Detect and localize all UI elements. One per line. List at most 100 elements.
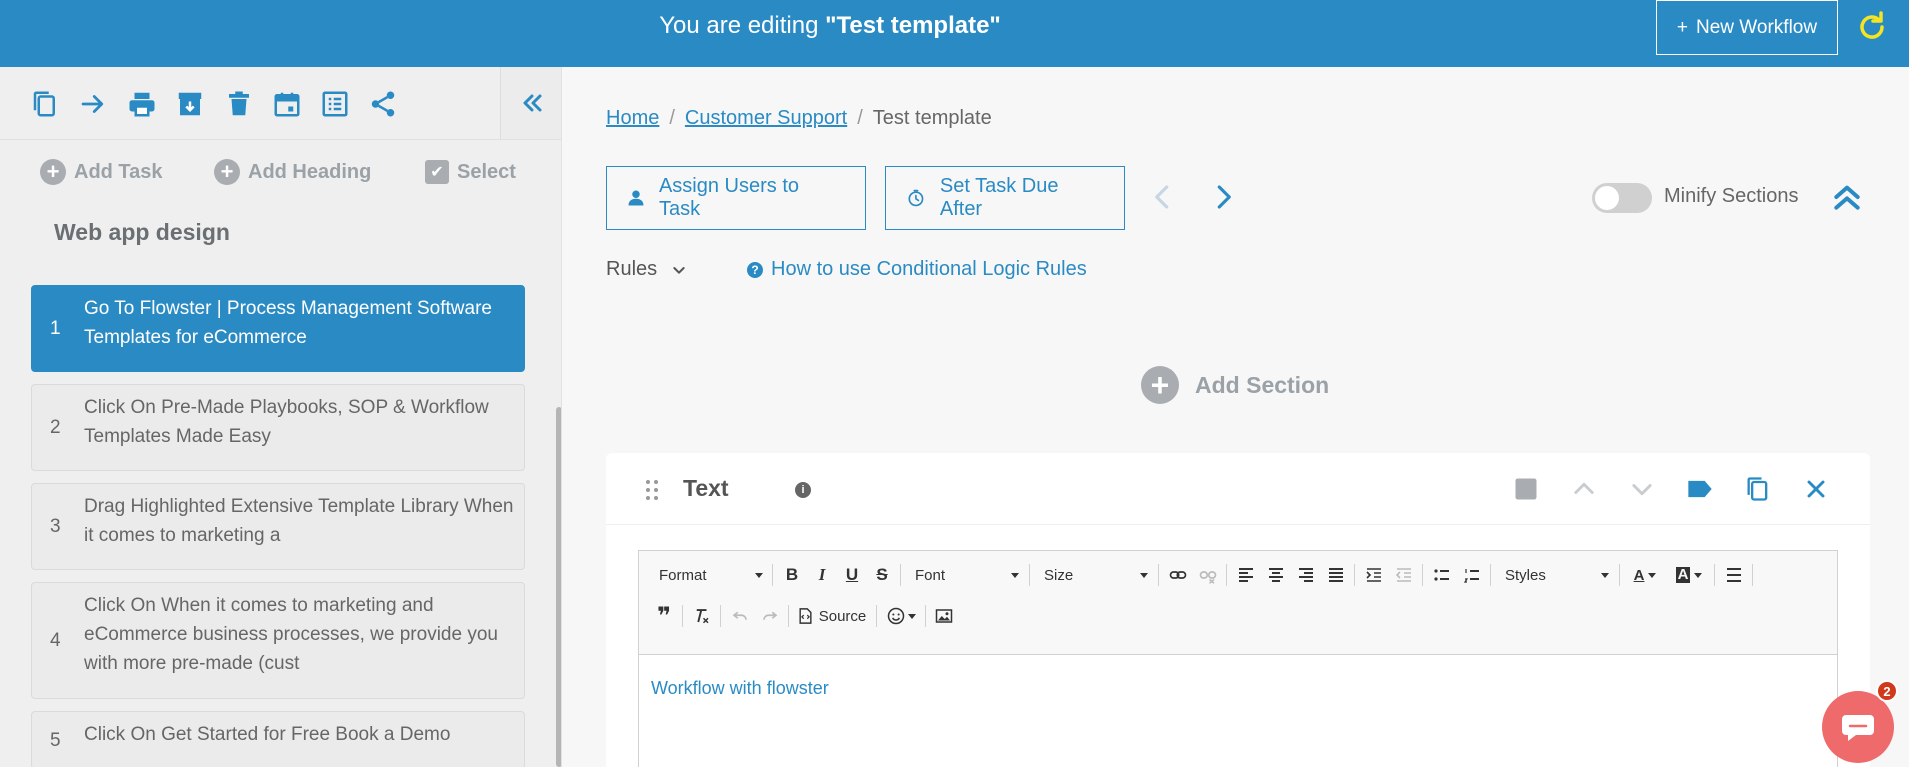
caret-down-icon	[1601, 572, 1609, 578]
font-dropdown[interactable]: Font	[907, 562, 1023, 588]
add-task-button[interactable]: + Add Task	[40, 157, 163, 187]
editor-toolbar: Format B I U S Font Size Styles A A ❞ So…	[639, 551, 1837, 655]
toolbar-separator	[876, 605, 877, 627]
bold-button[interactable]: B	[779, 562, 805, 588]
task-item-2[interactable]: 2 Click On Pre-Made Playbooks, SOP & Wor…	[31, 384, 525, 471]
stop-square-icon[interactable]	[1512, 475, 1540, 503]
task-number: 4	[50, 630, 61, 651]
add-section-button[interactable]: + Add Section	[1141, 366, 1329, 404]
print-icon[interactable]	[127, 89, 157, 119]
sidebar-toolbar	[0, 67, 500, 140]
trash-icon[interactable]	[224, 89, 254, 119]
styles-dropdown[interactable]: Styles	[1497, 562, 1613, 588]
new-workflow-button[interactable]: + New Workflow	[1656, 0, 1838, 55]
redo-icon[interactable]	[757, 603, 783, 629]
task-item-5[interactable]: 5 Click On Get Started for Free Book a D…	[31, 711, 525, 767]
drag-handle-icon[interactable]	[644, 479, 660, 501]
toolbar-separator	[1619, 564, 1620, 586]
task-text: Click On Pre-Made Playbooks, SOP & Workf…	[84, 397, 489, 447]
breadcrumb-separator: /	[669, 107, 675, 129]
task-text: Click On When it comes to marketing and …	[84, 595, 498, 674]
clear-format-icon[interactable]	[689, 603, 715, 629]
minify-sections-toggle[interactable]	[1592, 183, 1652, 213]
list-details-icon[interactable]	[320, 89, 350, 119]
smiley-icon	[887, 607, 904, 625]
next-task-chevron-icon[interactable]	[1208, 182, 1238, 212]
text-section-card: Text i Format B I U S Font Size Styles A…	[606, 453, 1870, 767]
assign-users-button[interactable]: Assign Users to Task	[606, 166, 866, 230]
horizontal-line-icon[interactable]	[1721, 562, 1747, 588]
format-dropdown[interactable]: Format	[651, 562, 767, 588]
share-icon[interactable]	[368, 89, 398, 119]
text-color-button[interactable]: A	[1626, 562, 1664, 588]
duplicate-icon[interactable]	[1744, 475, 1772, 503]
sidebar-scrollbar[interactable]	[556, 407, 561, 767]
section-heading: Web app design	[54, 219, 230, 245]
collapse-sidebar-button[interactable]	[500, 67, 561, 140]
background-color-button[interactable]: A	[1670, 562, 1708, 588]
size-dropdown[interactable]: Size	[1036, 562, 1152, 588]
align-left-icon[interactable]	[1233, 562, 1259, 588]
align-center-icon[interactable]	[1263, 562, 1289, 588]
plus-circle-icon: +	[40, 159, 66, 185]
timer-icon	[908, 189, 924, 207]
double-chevron-up-icon[interactable]	[1831, 180, 1863, 214]
rules-label: Rules	[606, 258, 658, 280]
rules-dropdown[interactable]: Rules	[606, 258, 687, 281]
toolbar-separator	[1422, 564, 1423, 586]
source-button[interactable]: Source	[793, 603, 871, 629]
archive-icon[interactable]	[175, 89, 205, 119]
caret-down-icon	[1648, 572, 1657, 578]
prev-task-chevron-icon[interactable]	[1148, 182, 1178, 212]
breadcrumb-customer-support-link[interactable]: Customer Support	[685, 107, 847, 130]
set-task-due-label: Set Task Due After	[939, 175, 1059, 220]
bullet-list-icon[interactable]	[1429, 562, 1455, 588]
chat-widget-button[interactable]	[1822, 691, 1894, 763]
task-number: 2	[50, 417, 61, 438]
tag-icon[interactable]	[1686, 475, 1714, 503]
breadcrumb-home-link[interactable]: Home	[606, 107, 659, 130]
align-right-icon[interactable]	[1293, 562, 1319, 588]
blockquote-button[interactable]: ❞	[651, 603, 677, 630]
info-icon[interactable]: i	[795, 482, 811, 498]
task-item-4[interactable]: 4 Click On When it comes to marketing an…	[31, 582, 525, 699]
toolbar-separator	[682, 605, 683, 627]
strikethrough-button[interactable]: S	[869, 562, 895, 588]
underline-button[interactable]: U	[839, 562, 865, 588]
outdent-icon[interactable]	[1391, 562, 1417, 588]
font-label: Font	[915, 566, 946, 584]
chevron-down-icon	[673, 266, 685, 274]
undo-icon[interactable]	[727, 603, 753, 629]
link-icon[interactable]	[1165, 562, 1191, 588]
rich-text-editor[interactable]: Format B I U S Font Size Styles A A ❞ So…	[638, 550, 1838, 767]
add-heading-button[interactable]: + Add Heading	[214, 157, 371, 187]
select-button[interactable]: ✔ Select	[425, 157, 516, 187]
numbered-list-icon[interactable]	[1459, 562, 1485, 588]
arrow-right-icon[interactable]	[78, 89, 108, 119]
set-task-due-button[interactable]: Set Task Due After	[885, 166, 1125, 230]
caret-down-icon	[1694, 572, 1703, 578]
main-content: Home / Customer Support / Test template …	[563, 67, 1909, 767]
indent-icon[interactable]	[1361, 562, 1387, 588]
copy-icon[interactable]	[30, 89, 60, 119]
move-up-chevron-icon[interactable]	[1570, 475, 1598, 503]
emoji-button[interactable]	[882, 603, 920, 629]
task-item-3[interactable]: 3 Drag Highlighted Extensive Template Li…	[31, 483, 525, 570]
chat-notification-badge: 2	[1876, 680, 1898, 702]
close-icon[interactable]	[1802, 475, 1830, 503]
toolbar-separator	[788, 605, 789, 627]
styles-label: Styles	[1505, 566, 1546, 584]
conditional-logic-help-link[interactable]: ? How to use Conditional Logic Rules	[747, 258, 1087, 281]
task-item-1[interactable]: 1 Go To Flowster | Process Management So…	[31, 285, 525, 372]
unlink-icon[interactable]	[1195, 562, 1221, 588]
calendar-icon[interactable]	[272, 89, 302, 119]
move-down-chevron-icon[interactable]	[1628, 475, 1656, 503]
source-label: Source	[818, 607, 867, 625]
toolbar-separator	[1490, 564, 1491, 586]
editor-content[interactable]: Workflow with flowster	[651, 678, 829, 699]
align-justify-icon[interactable]	[1323, 562, 1349, 588]
italic-button[interactable]: I	[809, 562, 835, 588]
toolbar-separator	[1752, 564, 1753, 586]
image-icon[interactable]	[931, 603, 957, 629]
refresh-icon[interactable]	[1854, 9, 1890, 45]
